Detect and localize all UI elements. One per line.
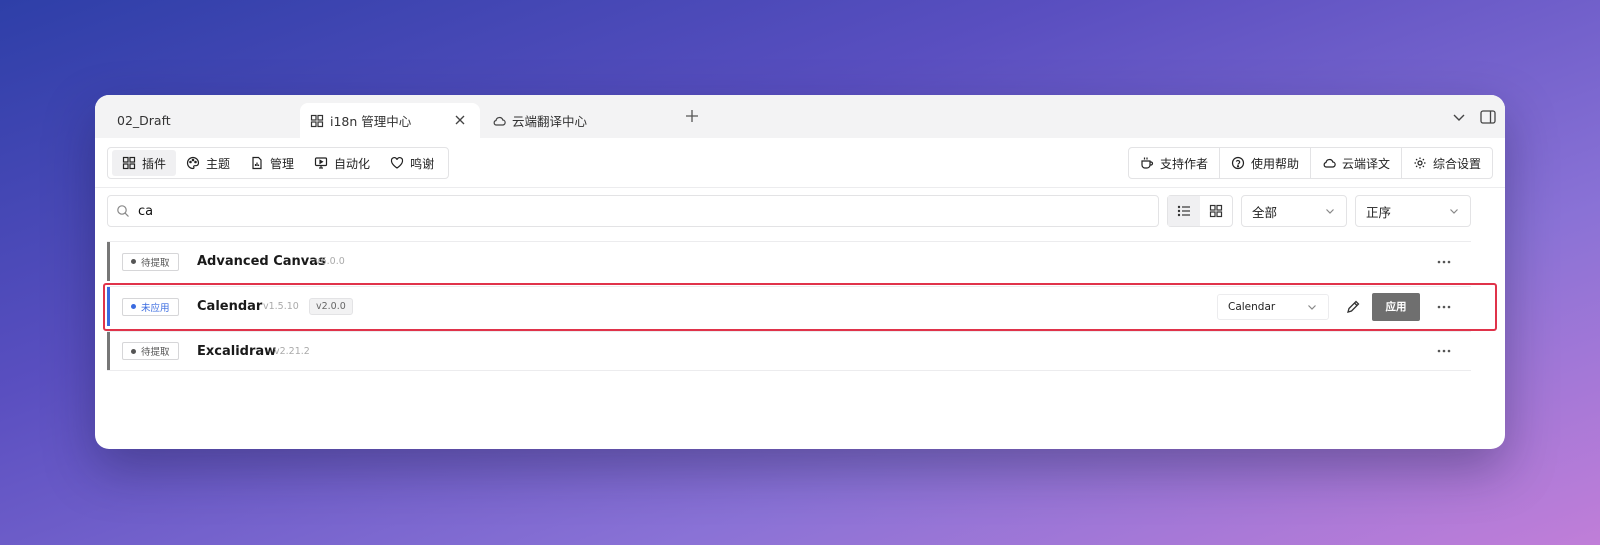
utility-nav: 支持作者 使用帮助 云端译文 综合设置 bbox=[1127, 147, 1493, 179]
tab-cloud-translation[interactable]: 云端翻译中心 bbox=[482, 103, 672, 138]
status-label: 未应用 bbox=[141, 302, 170, 314]
tab-label: 02_Draft bbox=[117, 113, 171, 128]
plugin-name: Calendar bbox=[197, 299, 263, 314]
button-label: 云端译文 bbox=[1341, 156, 1390, 171]
cloud-translation-button[interactable]: 云端译文 bbox=[1311, 148, 1402, 178]
status-filter-select[interactable]: 全部 bbox=[1241, 195, 1347, 227]
cloud-icon bbox=[1322, 156, 1336, 170]
status-dot bbox=[131, 304, 136, 309]
search-icon bbox=[116, 204, 130, 218]
button-label: 使用帮助 bbox=[1250, 156, 1299, 171]
nav-item-manage[interactable]: 管理 bbox=[240, 150, 304, 176]
plugin-row[interactable]: 未应用 Calendar v1.5.10 v2.0.0 Calendar 应用 bbox=[107, 286, 1471, 326]
plugin-row[interactable]: 待提取 Advanced Canvas v6.0.0 bbox=[107, 241, 1471, 281]
monitor-play-icon bbox=[314, 156, 328, 170]
palette-icon bbox=[186, 156, 200, 170]
button-label: 综合设置 bbox=[1432, 156, 1481, 171]
settings-button[interactable]: 综合设置 bbox=[1402, 148, 1492, 178]
sidebar-toggle-icon[interactable] bbox=[1479, 108, 1497, 126]
nav-row: 插件 主题 管理 自动化 鸣谢 支持作者 使用帮助 云端译文 综合设置 bbox=[107, 147, 1493, 179]
gear-icon bbox=[1413, 156, 1427, 170]
nav-item-automation[interactable]: 自动化 bbox=[304, 150, 380, 176]
more-icon[interactable] bbox=[1435, 342, 1453, 360]
plugin-version: v6.0.0 bbox=[315, 256, 345, 267]
more-icon[interactable] bbox=[1435, 298, 1453, 316]
plugin-name: Excalidraw bbox=[197, 343, 277, 359]
nav-item-thanks[interactable]: 鸣谢 bbox=[380, 150, 444, 176]
row-status-bar bbox=[107, 287, 110, 326]
grid-icon bbox=[122, 156, 136, 170]
tab-i18n[interactable]: i18n 管理中心 bbox=[300, 103, 480, 138]
row-status-bar bbox=[107, 242, 110, 281]
sort-order-select[interactable]: 正序 bbox=[1355, 195, 1471, 227]
apply-button[interactable]: 应用 bbox=[1372, 292, 1420, 321]
nav-label: 插件 bbox=[142, 156, 167, 171]
chevron-down-icon bbox=[1324, 205, 1336, 217]
list-view-icon[interactable] bbox=[1168, 196, 1200, 226]
chevron-down-icon[interactable] bbox=[1451, 109, 1467, 125]
status-badge: 待提取 bbox=[122, 342, 179, 360]
plugin-version: v1.5.10 bbox=[263, 301, 299, 312]
tab-draft[interactable]: 02_Draft bbox=[95, 103, 300, 138]
nav-item-plugins[interactable]: 插件 bbox=[112, 150, 177, 176]
coffee-icon bbox=[1140, 156, 1154, 170]
edit-pencil-icon[interactable] bbox=[1345, 299, 1361, 315]
help-button[interactable]: 使用帮助 bbox=[1220, 148, 1311, 178]
translation-select[interactable]: Calendar bbox=[1217, 293, 1329, 320]
close-icon[interactable] bbox=[452, 112, 468, 128]
select-value: Calendar bbox=[1228, 300, 1276, 313]
help-circle-icon bbox=[1231, 156, 1245, 170]
tab-label: 云端翻译中心 bbox=[512, 114, 588, 129]
chevron-down-icon bbox=[1448, 205, 1460, 217]
translation-version-badge: v2.0.0 bbox=[309, 298, 353, 315]
main-nav: 插件 主题 管理 自动化 鸣谢 bbox=[107, 147, 450, 179]
plugin-row[interactable]: 待提取 Excalidraw v2.21.2 bbox=[107, 331, 1471, 371]
tab-label: i18n 管理中心 bbox=[330, 114, 412, 129]
grid-view-icon[interactable] bbox=[1200, 196, 1232, 226]
status-badge: 未应用 bbox=[122, 297, 179, 316]
search-input[interactable] bbox=[138, 203, 1076, 219]
status-dot bbox=[131, 348, 136, 354]
nav-label: 主题 bbox=[206, 156, 231, 171]
app-window: 02_Draft i18n 管理中心 云端翻译中心 插件 主题 管理 自动化 鸣… bbox=[95, 95, 1505, 449]
chevron-down-icon bbox=[1306, 301, 1318, 313]
cloud-icon bbox=[492, 114, 506, 128]
select-value: 全部 bbox=[1252, 204, 1278, 220]
divider bbox=[95, 187, 1505, 188]
new-tab-plus-icon[interactable] bbox=[683, 107, 701, 125]
grid-icon bbox=[310, 114, 324, 128]
status-label: 待提取 bbox=[141, 257, 170, 269]
more-icon[interactable] bbox=[1435, 253, 1453, 271]
status-label: 待提取 bbox=[141, 347, 170, 358]
nav-item-themes[interactable]: 主题 bbox=[176, 150, 240, 176]
heart-icon bbox=[390, 156, 404, 170]
button-label: 支持作者 bbox=[1159, 156, 1208, 171]
plugin-version: v2.21.2 bbox=[274, 345, 310, 357]
search-box[interactable] bbox=[107, 195, 1159, 227]
nav-label: 自动化 bbox=[334, 156, 371, 171]
status-dot bbox=[131, 259, 136, 264]
nav-label: 管理 bbox=[270, 156, 295, 171]
plugin-name: Advanced Canvas bbox=[197, 254, 326, 269]
row-status-bar bbox=[107, 332, 110, 370]
nav-label: 鸣谢 bbox=[410, 156, 435, 171]
file-chart-icon bbox=[250, 156, 264, 170]
view-toggle bbox=[1167, 195, 1233, 227]
support-author-button[interactable]: 支持作者 bbox=[1129, 148, 1220, 178]
status-badge: 待提取 bbox=[122, 252, 179, 271]
select-value: 正序 bbox=[1366, 204, 1392, 220]
tab-bar: 02_Draft i18n 管理中心 云端翻译中心 bbox=[95, 95, 1505, 138]
